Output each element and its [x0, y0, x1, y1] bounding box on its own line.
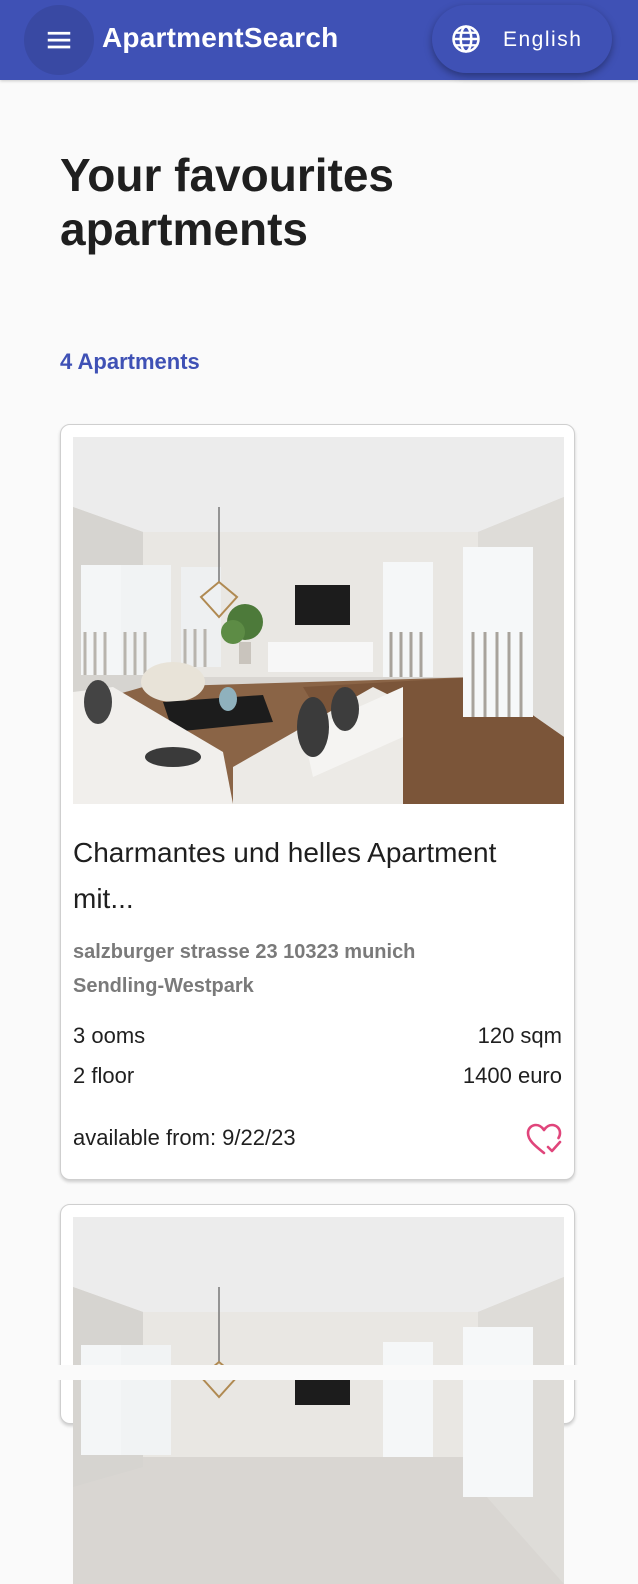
apartment-photo[interactable]: [73, 1217, 564, 1584]
size-value: 120 sqm: [477, 1023, 562, 1048]
page-title: Your favourites apartments: [60, 149, 394, 255]
apartment-title[interactable]: Charmantes und helles Apartment mit...: [73, 830, 553, 922]
price-value: 1400 euro: [462, 1063, 562, 1088]
menu-icon: [47, 31, 71, 49]
heart-check-icon[interactable]: [526, 1123, 562, 1157]
language-label: English: [503, 28, 583, 51]
district: Sendling-Westpark: [73, 975, 254, 997]
living-room-image: [73, 437, 564, 804]
apartment-count: 4 Apartments: [60, 349, 200, 374]
apartment-card[interactable]: Charmantes und helles Apartment mit... s…: [60, 424, 575, 1180]
floor-value: 2 floor: [73, 1063, 135, 1088]
address-line: salzburger strasse 23 10323 munich: [73, 941, 416, 963]
language-button[interactable]: English: [432, 5, 612, 73]
apartment-card[interactable]: [60, 1204, 575, 1584]
bottom-edge: [0, 1365, 638, 1380]
app-title[interactable]: ApartmentSearch: [102, 22, 338, 54]
apartment-photo[interactable]: [73, 437, 564, 804]
availability-date: available from: 9/22/23: [73, 1125, 296, 1150]
living-room-image: [73, 1217, 564, 1584]
rooms-value: 3 ooms: [73, 1023, 146, 1048]
globe-icon: [452, 25, 480, 53]
apartment-address: salzburger strasse 23 10323 munich Sendl…: [73, 935, 553, 1003]
app-bar: ApartmentSearch English: [0, 0, 638, 80]
menu-button[interactable]: [24, 5, 94, 75]
